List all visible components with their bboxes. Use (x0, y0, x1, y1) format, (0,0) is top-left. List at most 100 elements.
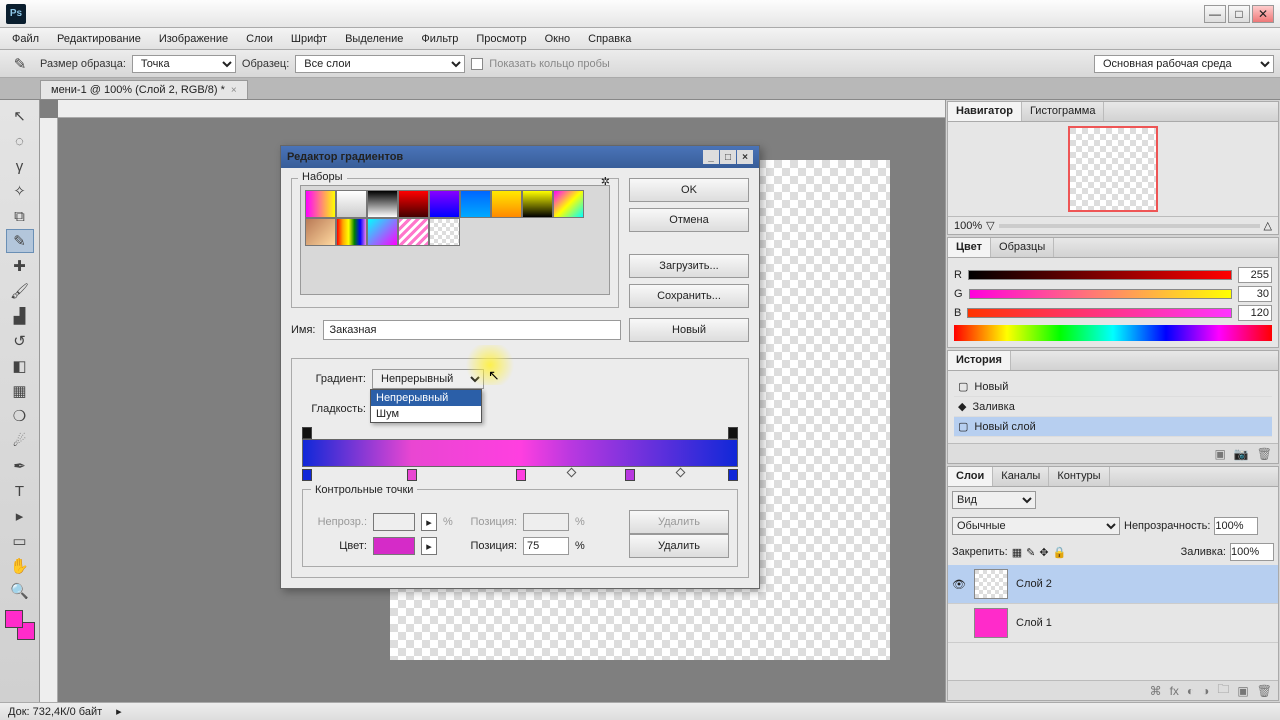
foreground-color-swatch[interactable] (5, 610, 23, 628)
color-position-input[interactable] (523, 537, 569, 555)
midpoint-handle[interactable] (567, 468, 577, 478)
trash-icon[interactable]: 🗑 (1257, 684, 1272, 698)
b-input[interactable] (1238, 305, 1272, 321)
history-item[interactable]: ▢Новый слой (954, 417, 1272, 437)
gradient-type-select[interactable]: Непрерывный (372, 369, 484, 389)
opacity-input[interactable] (1214, 517, 1258, 535)
path-select-tool[interactable]: ▸ (6, 504, 34, 528)
color-stop[interactable] (728, 469, 738, 481)
fx-icon[interactable]: fx (1170, 684, 1179, 698)
tab-color[interactable]: Цвет (948, 238, 991, 257)
tab-channels[interactable]: Каналы (993, 467, 1049, 486)
opacity-stop[interactable] (728, 427, 738, 439)
dialog-maximize-button[interactable]: □ (720, 150, 736, 164)
show-ring-checkbox[interactable] (471, 58, 483, 70)
fill-input[interactable] (1230, 543, 1274, 561)
gradient-swatch[interactable] (367, 218, 398, 246)
type-tool[interactable]: T (6, 479, 34, 503)
ok-button[interactable]: OK (629, 178, 749, 202)
dialog-minimize-button[interactable]: _ (703, 150, 719, 164)
color-swatches[interactable] (5, 610, 35, 640)
menu-edit[interactable]: Редактирование (49, 30, 149, 48)
gradient-swatch[interactable] (460, 190, 491, 218)
color-stop[interactable] (302, 469, 312, 481)
tab-history[interactable]: История (948, 351, 1011, 370)
dodge-tool[interactable]: ☄ (6, 429, 34, 453)
zoom-slider[interactable] (999, 224, 1260, 228)
sample-size-select[interactable]: Точка (132, 55, 236, 73)
color-stop[interactable] (625, 469, 635, 481)
delete-color-stop-button[interactable]: Удалить (629, 534, 729, 558)
marquee-tool[interactable]: ◌ (6, 129, 34, 153)
gradient-swatch[interactable] (367, 190, 398, 218)
gradient-swatch[interactable] (491, 190, 522, 218)
status-expand-icon[interactable]: ▸ (116, 705, 122, 718)
lock-move-icon[interactable]: ✥ (1039, 546, 1048, 559)
wand-tool[interactable]: ✧ (6, 179, 34, 203)
menu-type[interactable]: Шрифт (283, 30, 335, 48)
gradient-swatch[interactable] (522, 190, 553, 218)
menu-file[interactable]: Файл (4, 30, 47, 48)
opacity-stop[interactable] (302, 427, 312, 439)
workspace-select[interactable]: Основная рабочая среда (1094, 55, 1274, 73)
menu-select[interactable]: Выделение (337, 30, 411, 48)
menu-image[interactable]: Изображение (151, 30, 236, 48)
hand-tool[interactable]: ✋ (6, 554, 34, 578)
new-gradient-button[interactable]: Новый (629, 318, 749, 342)
r-slider[interactable] (968, 270, 1232, 280)
g-slider[interactable] (969, 289, 1232, 299)
layer-kind-select[interactable]: Вид (952, 491, 1036, 509)
cancel-button[interactable]: Отмена (629, 208, 749, 232)
dialog-titlebar[interactable]: Редактор градиентов _ □ × (281, 146, 759, 168)
dropdown-option-solid[interactable]: Непрерывный (371, 390, 481, 406)
color-stepper[interactable]: ▸ (421, 537, 437, 555)
trash-icon[interactable]: 🗑 (1257, 447, 1272, 461)
tab-histogram[interactable]: Гистограмма (1022, 102, 1105, 121)
blur-tool[interactable]: ❍ (6, 404, 34, 428)
layer-row[interactable]: 👁 Слой 2 (948, 565, 1278, 604)
close-button[interactable]: ✕ (1252, 5, 1274, 23)
adjustment-icon[interactable]: ◑ (1202, 684, 1209, 698)
camera-icon[interactable]: 📷 (1234, 447, 1249, 461)
tab-swatches[interactable]: Образцы (991, 238, 1054, 257)
history-item[interactable]: ▢Новый (954, 377, 1272, 397)
crop-tool[interactable]: ⧉ (6, 204, 34, 228)
g-input[interactable] (1238, 286, 1272, 302)
menu-window[interactable]: Окно (537, 30, 579, 48)
color-spectrum[interactable] (954, 325, 1272, 341)
gradient-name-input[interactable] (323, 320, 621, 340)
gradient-swatch[interactable] (429, 190, 460, 218)
lasso-tool[interactable]: γ (6, 154, 34, 178)
eraser-tool[interactable]: ◧ (6, 354, 34, 378)
mask-icon[interactable]: ◐ (1187, 684, 1194, 698)
pen-tool[interactable]: ✒ (6, 454, 34, 478)
load-button[interactable]: Загрузить... (629, 254, 749, 278)
sample-source-select[interactable]: Все слои (295, 55, 465, 73)
group-icon[interactable]: 🗀 (1217, 680, 1229, 701)
zoom-tool[interactable]: 🔍 (6, 579, 34, 603)
color-stop[interactable] (516, 469, 526, 481)
new-snapshot-icon[interactable]: ▣ (1214, 447, 1225, 461)
shape-tool[interactable]: ▭ (6, 529, 34, 553)
r-input[interactable] (1238, 267, 1272, 283)
tab-layers[interactable]: Слои (948, 467, 993, 486)
gradient-swatch[interactable] (336, 190, 367, 218)
zoom-out-icon[interactable]: ▽ (986, 219, 994, 232)
layer-name[interactable]: Слой 2 (1016, 578, 1052, 590)
lock-paint-icon[interactable]: ✎ (1026, 546, 1035, 559)
layer-thumbnail[interactable] (974, 608, 1008, 638)
gradient-tool[interactable]: ▦ (6, 379, 34, 403)
presets-grid[interactable] (300, 185, 610, 295)
menu-filter[interactable]: Фильтр (413, 30, 466, 48)
gradient-swatch[interactable] (553, 190, 584, 218)
minimize-button[interactable]: — (1204, 5, 1226, 23)
history-item[interactable]: ◆Заливка (954, 397, 1272, 417)
color-stop[interactable] (407, 469, 417, 481)
gradient-swatch[interactable] (398, 190, 429, 218)
history-brush-tool[interactable]: ↺ (6, 329, 34, 353)
navigator-thumbnail[interactable] (1068, 126, 1158, 212)
b-slider[interactable] (967, 308, 1232, 318)
maximize-button[interactable]: □ (1228, 5, 1250, 23)
midpoint-handle[interactable] (676, 468, 686, 478)
layer-row[interactable]: Слой 1 (948, 604, 1278, 643)
